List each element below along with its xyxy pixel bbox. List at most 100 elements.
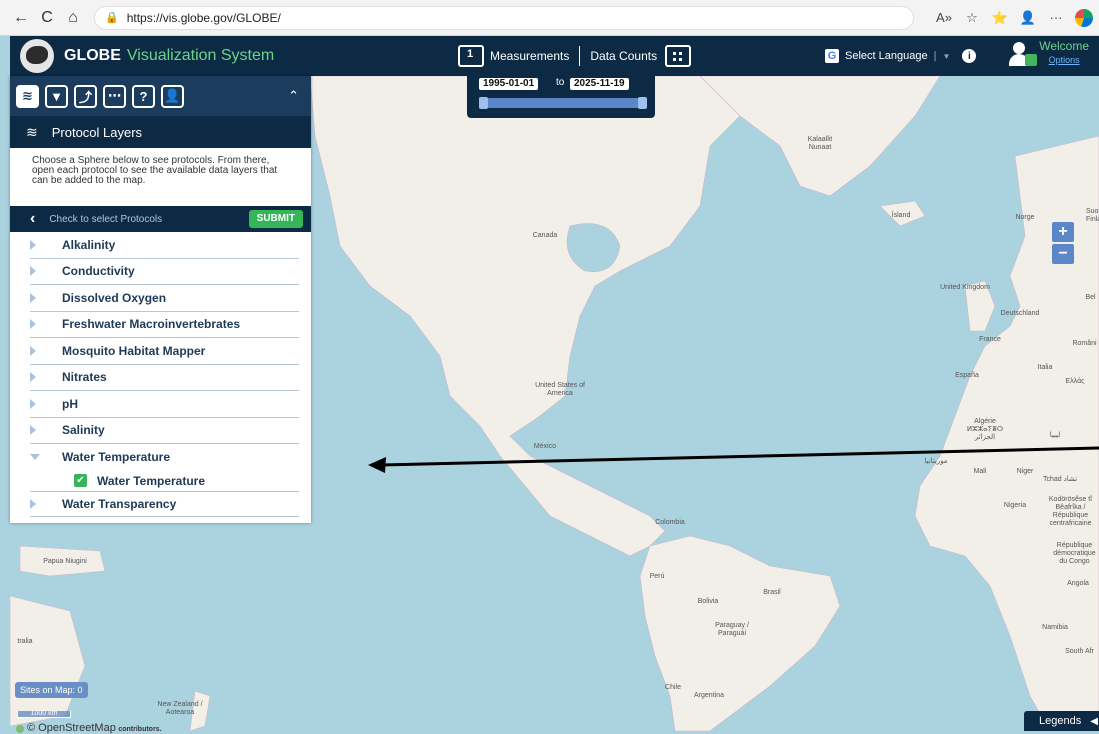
map-attribution: © OpenStreetMap contributors. xyxy=(16,722,162,734)
expand-triangle-icon[interactable] xyxy=(30,425,36,436)
expand-triangle-icon[interactable] xyxy=(30,345,36,356)
sidebar-toolbar: ≋ ▼ ⤴ ⋯ ? 👤 ⌃ xyxy=(10,76,311,116)
checkbox-checked-icon[interactable]: ✔ xyxy=(74,474,87,487)
protocol-label: Conductivity xyxy=(62,264,135,279)
brand-name: GLOBE xyxy=(64,47,121,64)
protocol-label: pH xyxy=(62,396,78,411)
options-link[interactable]: Options xyxy=(1039,53,1089,67)
url-text: https://vis.globe.gov/GLOBE/ xyxy=(126,10,281,25)
end-date-field[interactable]: 2025-11-19 xyxy=(570,78,629,90)
protocol-label: Water Temperature xyxy=(62,450,171,465)
protocol-item-salinity[interactable]: Salinity xyxy=(30,418,299,444)
zoom-in-button[interactable]: + xyxy=(1052,222,1074,242)
favorite-icon[interactable]: ☆ xyxy=(963,10,981,26)
protocol-item-mosquito-habitat-mapper[interactable]: Mosquito Habitat Mapper xyxy=(30,338,299,365)
address-bar[interactable]: 🔒 https://vis.globe.gov/GLOBE/ xyxy=(94,5,914,30)
welcome-label: Welcome xyxy=(1039,39,1089,53)
date-to-label: to xyxy=(556,77,565,88)
home-icon[interactable]: ⌂ xyxy=(62,7,84,29)
expand-triangle-icon[interactable] xyxy=(30,319,36,330)
expand-triangle-icon[interactable] xyxy=(30,292,36,303)
filter-icon[interactable]: ▼ xyxy=(45,84,68,108)
protocol-item-freshwater-macroinvertebrates[interactable]: Freshwater Macroinvertebrates xyxy=(30,312,299,338)
data-counts-icon[interactable] xyxy=(665,45,692,67)
google-icon: G xyxy=(825,49,839,63)
expand-triangle-icon[interactable] xyxy=(30,398,36,409)
refresh-icon[interactable]: C xyxy=(36,7,58,29)
protocol-item-alkalinity[interactable]: Alkalinity xyxy=(30,232,299,259)
protocol-item-water-transparency[interactable]: Water Transparency xyxy=(30,490,299,517)
measurements-button[interactable]: Measurements xyxy=(490,49,569,63)
more-icon[interactable]: ··· xyxy=(1047,10,1065,25)
layer-item-water-temperature[interactable]: ✔ Water Temperature xyxy=(30,471,299,491)
protocol-item-water-temperature[interactable]: Water Temperature xyxy=(30,444,299,471)
protocol-label: Alkalinity xyxy=(62,237,116,252)
protocol-list: Alkalinity Conductivity Dissolved Oxygen… xyxy=(10,232,311,517)
select-language-label[interactable]: Select Language xyxy=(845,50,928,62)
scale-bar: 1000 km xyxy=(17,710,71,718)
help-icon[interactable]: ? xyxy=(132,84,155,108)
collapse-icon[interactable]: ⌃ xyxy=(288,88,299,104)
select-protocols-label: Check to select Protocols xyxy=(49,213,163,225)
app-header: GLOBE Visualization System Measurements D… xyxy=(10,36,1099,76)
chevron-down-icon[interactable]: ▼ xyxy=(942,52,950,61)
chart-icon[interactable]: ⤴ xyxy=(74,84,97,108)
header-divider xyxy=(579,46,581,66)
language-divider: | xyxy=(933,50,937,62)
attribution-suffix: contributors. xyxy=(118,726,162,733)
zoom-controls: + − xyxy=(1052,222,1076,266)
layers-icon: ≋ xyxy=(26,123,38,140)
info-icon[interactable]: i xyxy=(962,49,977,63)
layer-label: Water Temperature xyxy=(97,473,206,488)
favorites-bar-icon[interactable]: ⭐ xyxy=(991,10,1009,26)
layers-icon[interactable]: ≋ xyxy=(16,84,39,108)
zoom-out-button[interactable]: − xyxy=(1052,244,1074,264)
read-aloud-icon[interactable]: A» xyxy=(935,10,953,25)
expand-triangle-icon[interactable] xyxy=(30,372,36,383)
header-tools: Measurements Data Counts xyxy=(458,36,692,76)
legends-label: Legends xyxy=(1039,715,1082,727)
protocol-label: Water Transparency xyxy=(62,496,177,511)
protocol-label: Freshwater Macroinvertebrates xyxy=(62,317,241,332)
date-range-slider[interactable] xyxy=(479,97,647,109)
protocol-item-conductivity[interactable]: Conductivity xyxy=(30,259,299,285)
protocol-item-dissolved-oxygen[interactable]: Dissolved Oxygen xyxy=(30,285,299,312)
copilot-icon[interactable] xyxy=(1075,8,1093,27)
expand-triangle-icon[interactable] xyxy=(30,239,36,250)
collapse-triangle-icon[interactable] xyxy=(30,454,40,461)
data-counts-button[interactable]: Data Counts xyxy=(590,49,657,63)
user-lock-icon[interactable]: 👤 xyxy=(161,84,184,108)
protocol-item-ph[interactable]: pH xyxy=(30,391,299,418)
back-chevron-icon[interactable]: ‹ xyxy=(30,210,35,228)
start-date-field[interactable]: 1995-01-01 xyxy=(479,78,539,90)
app-title: GLOBE Visualization System xyxy=(64,47,274,65)
protocol-label: Nitrates xyxy=(62,370,107,385)
panel-description: Choose a Sphere below to see protocols. … xyxy=(32,155,278,186)
protocol-layers-header: ≋ Protocol Layers xyxy=(10,116,311,148)
sites-on-map-badge[interactable]: Sites on Map: 0 xyxy=(15,682,88,698)
welcome-block: Welcome Options xyxy=(1039,39,1089,67)
protocol-sidebar: ≋ ▼ ⤴ ⋯ ? 👤 ⌃ ≋ Protocol Layers Choose a… xyxy=(10,76,311,523)
protocol-item-nitrates[interactable]: Nitrates xyxy=(30,365,299,391)
chevron-left-icon: ◀ xyxy=(1090,716,1098,727)
legends-button[interactable]: Legends ◀ xyxy=(1024,711,1099,731)
language-selector[interactable]: G Select Language | ▼ i xyxy=(825,36,977,76)
browser-toolbar: ← C ⌂ 🔒 https://vis.globe.gov/GLOBE/ A» … xyxy=(0,0,1099,36)
slider-end-handle[interactable] xyxy=(638,97,647,109)
expand-triangle-icon[interactable] xyxy=(30,266,36,277)
back-icon[interactable]: ← xyxy=(10,7,32,29)
panel-title: Protocol Layers xyxy=(51,124,143,140)
more-icon[interactable]: ⋯ xyxy=(103,84,126,108)
protocol-label: Salinity xyxy=(62,423,105,438)
calendar-icon[interactable] xyxy=(458,45,484,67)
attribution-link[interactable]: © OpenStreetMap xyxy=(27,722,116,734)
date-range-panel: 1995-01-01 to 2025-11-19 xyxy=(467,76,655,118)
globe-logo[interactable] xyxy=(20,39,54,73)
profile-icon[interactable]: 👤 xyxy=(1019,10,1037,26)
slider-start-handle[interactable] xyxy=(479,97,488,109)
user-lock-icon[interactable] xyxy=(1009,42,1037,68)
submit-button[interactable]: SUBMIT xyxy=(248,210,303,228)
osm-icon xyxy=(16,724,24,733)
protocol-label: Mosquito Habitat Mapper xyxy=(62,343,206,358)
expand-triangle-icon[interactable] xyxy=(30,498,36,509)
